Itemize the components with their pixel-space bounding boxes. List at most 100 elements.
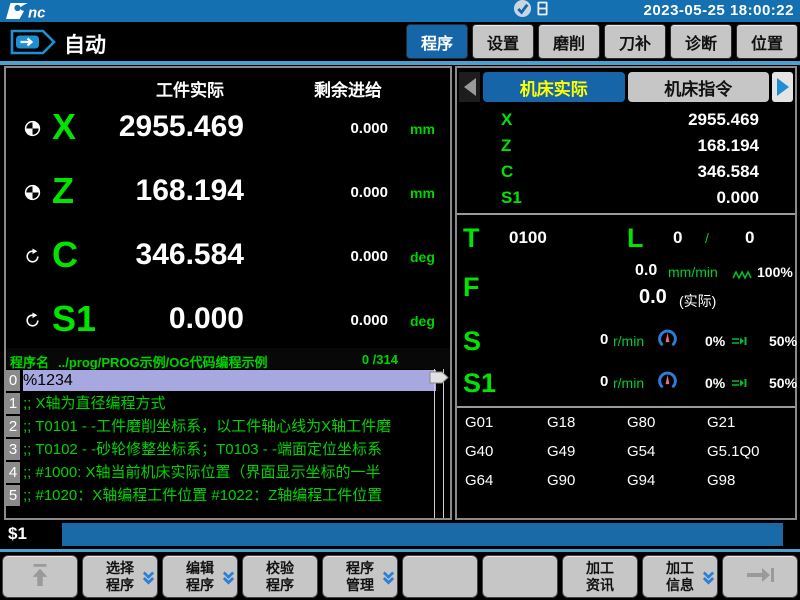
column-header-remaining: 剩余进给 — [314, 76, 382, 101]
tab-tool-comp[interactable]: 刀补 — [604, 24, 666, 59]
program-line[interactable]: 0 %1234 — [6, 369, 436, 392]
tab-grinding[interactable]: 磨削 — [538, 24, 600, 59]
program-line[interactable]: 3 ;; T0102 - -砂轮修整坐标系；T0103 - -端面定位坐标系 — [6, 438, 436, 461]
datetime-display: 2023-05-25 18:00:22 — [644, 2, 794, 19]
axis-unit: mm — [410, 185, 435, 201]
position-icon — [24, 120, 41, 137]
workpiece-coordinate-panel: 工件实际 剩余进给 X 2955.469 0.000 mm Z 168.194 … — [4, 66, 452, 520]
softkey-label: 管理 — [346, 577, 374, 594]
command-input[interactable] — [62, 523, 783, 546]
tool-life-letter: L — [627, 223, 644, 254]
softkey-label: 校验 — [266, 560, 294, 577]
softkey-empty-button[interactable] — [482, 555, 558, 598]
program-line[interactable]: 5 ;; #1020：X轴编程工件位置 #1022：Z轴编程工件位置 — [6, 484, 436, 507]
axis-unit: deg — [410, 313, 435, 329]
spindle-speed: 0 — [600, 331, 608, 348]
feed-actual-label: (实际) — [679, 291, 716, 311]
softkey-select-program-button[interactable]: 选择 程序 — [82, 555, 158, 598]
softkey-program-manage-button[interactable]: 程序 管理 — [322, 555, 398, 598]
feed-override: 100% — [757, 264, 793, 280]
machine-coord-row: C 346.584 — [457, 162, 795, 188]
softkey-machining-news-button[interactable]: 加工 资讯 — [562, 555, 638, 598]
axis-remaining: 0.000 — [350, 184, 388, 201]
line-text: ;; T0102 - -砂轮修整坐标系；T0103 - -端面定位坐标系 — [23, 439, 436, 460]
coord-label: Z — [501, 136, 511, 156]
spindle-override: 50% — [769, 333, 797, 349]
axis-remaining: 0.000 — [350, 312, 388, 329]
tab-machine-actual[interactable]: 机床实际 — [483, 72, 625, 102]
mdi-command-line: $1 — [0, 520, 800, 549]
rotation-icon — [24, 312, 41, 329]
axis-row-x: X 2955.469 0.000 mm — [6, 108, 450, 152]
gcode: G90 — [547, 472, 627, 489]
spindle-unit: r/min — [613, 375, 644, 391]
tab-scroll-left-button[interactable] — [459, 72, 480, 102]
program-listing: 0 %1234 1 ;; X轴为直径编程方式 2 ;; T0101 - -工件磨… — [6, 369, 436, 518]
program-line[interactable]: 1 ;; X轴为直径编程方式 — [6, 392, 436, 415]
tab-position[interactable]: 位置 — [736, 24, 798, 59]
softkey-label: 程序 — [266, 577, 294, 594]
softkey-page-up-button[interactable] — [2, 555, 78, 598]
line-text: ;; #1000: X轴当前机床实际位置（界面显示坐标的一半 — [23, 462, 436, 483]
softkey-label: 加工 — [586, 560, 614, 577]
spindle-speed: 0 — [600, 373, 608, 390]
cnc-control-screen: nc 2023-05-25 18:00:22 — [0, 0, 800, 600]
spindle-load: 0% — [705, 375, 725, 391]
softkey-label: 程序 — [106, 577, 134, 594]
machine-coord-row: Z 168.194 — [457, 136, 795, 162]
machine-coord-row: S1 0.000 — [457, 188, 795, 214]
scrollbar-handle-icon[interactable] — [429, 371, 449, 384]
tool-row: T 0100 L 0 / 0 — [457, 223, 795, 255]
command-prompt: $1 — [8, 524, 27, 544]
check-status-icon — [513, 0, 532, 23]
axis-value: 168.194 — [136, 174, 244, 208]
program-line-indicator: 0 /314 — [362, 352, 398, 367]
machine-status-panel: 机床实际 机床指令 X 2955.469 Z 168.194 C 346.584… — [455, 66, 797, 520]
tab-machine-command[interactable]: 机床指令 — [628, 72, 770, 102]
program-line[interactable]: 2 ;; T0101 - -工件磨削坐标系，以工件轴心线为X轴工件磨 — [6, 415, 436, 438]
gcode: G5.1Q0 — [707, 443, 785, 460]
gcode: G01 — [465, 414, 547, 431]
program-line[interactable]: 4 ;; #1000: X轴当前机床实际位置（界面显示坐标的一半 — [6, 461, 436, 484]
spindle-gauge-icon — [657, 370, 678, 396]
axis-label: C — [52, 234, 78, 276]
battery-icon — [537, 1, 548, 21]
top-status-bar: nc 2023-05-25 18:00:22 — [0, 0, 800, 22]
line-number: 3 — [6, 439, 20, 460]
tab-diagnosis[interactable]: 诊断 — [670, 24, 732, 59]
gcode: G49 — [547, 443, 627, 460]
line-text: ;; #1020：X轴编程工件位置 #1022：Z轴编程工件位置 — [23, 485, 436, 506]
spindle-letter: S — [463, 326, 481, 357]
gcode: G21 — [707, 414, 785, 431]
softkey-empty-button[interactable] — [402, 555, 478, 598]
feed-value: 0.0 — [635, 262, 657, 280]
softkey-edit-program-button[interactable]: 编辑 程序 — [162, 555, 238, 598]
tab-settings[interactable]: 设置 — [472, 24, 534, 59]
line-number: 2 — [6, 416, 20, 437]
line-number: 0 — [6, 370, 20, 391]
axis-label: Z — [52, 170, 74, 212]
coord-label: C — [501, 162, 513, 182]
spindle-row: S1 0 r/min 0% 50% — [457, 368, 795, 400]
tab-program[interactable]: 程序 — [406, 24, 468, 59]
tool-life-value: 0 — [673, 228, 682, 248]
axis-value: 346.584 — [136, 238, 244, 272]
softkey-label: 选择 — [106, 560, 134, 577]
rotation-icon — [24, 248, 41, 265]
axis-value: 2955.469 — [119, 110, 244, 144]
program-scrollbar[interactable] — [434, 369, 444, 518]
softkey-label: 编辑 — [186, 560, 214, 577]
softkey-verify-program-button[interactable]: 校验 程序 — [242, 555, 318, 598]
axis-row-c: C 346.584 0.000 deg — [6, 236, 450, 280]
right-arrow-icon — [777, 78, 789, 96]
feed-actual-value: 0.0 — [639, 286, 667, 309]
gcode: G94 — [627, 472, 707, 489]
gcode-modal-grid: G01 G18 G80 G21 G40 G49 G54 G5.1Q0 G64 G… — [465, 414, 785, 489]
gcode: G54 — [627, 443, 707, 460]
divider — [457, 406, 795, 408]
softkey-machining-info-button[interactable]: 加工 信息 — [642, 555, 718, 598]
spindle-load: 0% — [705, 333, 725, 349]
tab-scroll-right-button[interactable] — [772, 72, 793, 102]
softkey-menu-next-button[interactable] — [722, 555, 798, 598]
softkey-label: 信息 — [666, 577, 694, 594]
